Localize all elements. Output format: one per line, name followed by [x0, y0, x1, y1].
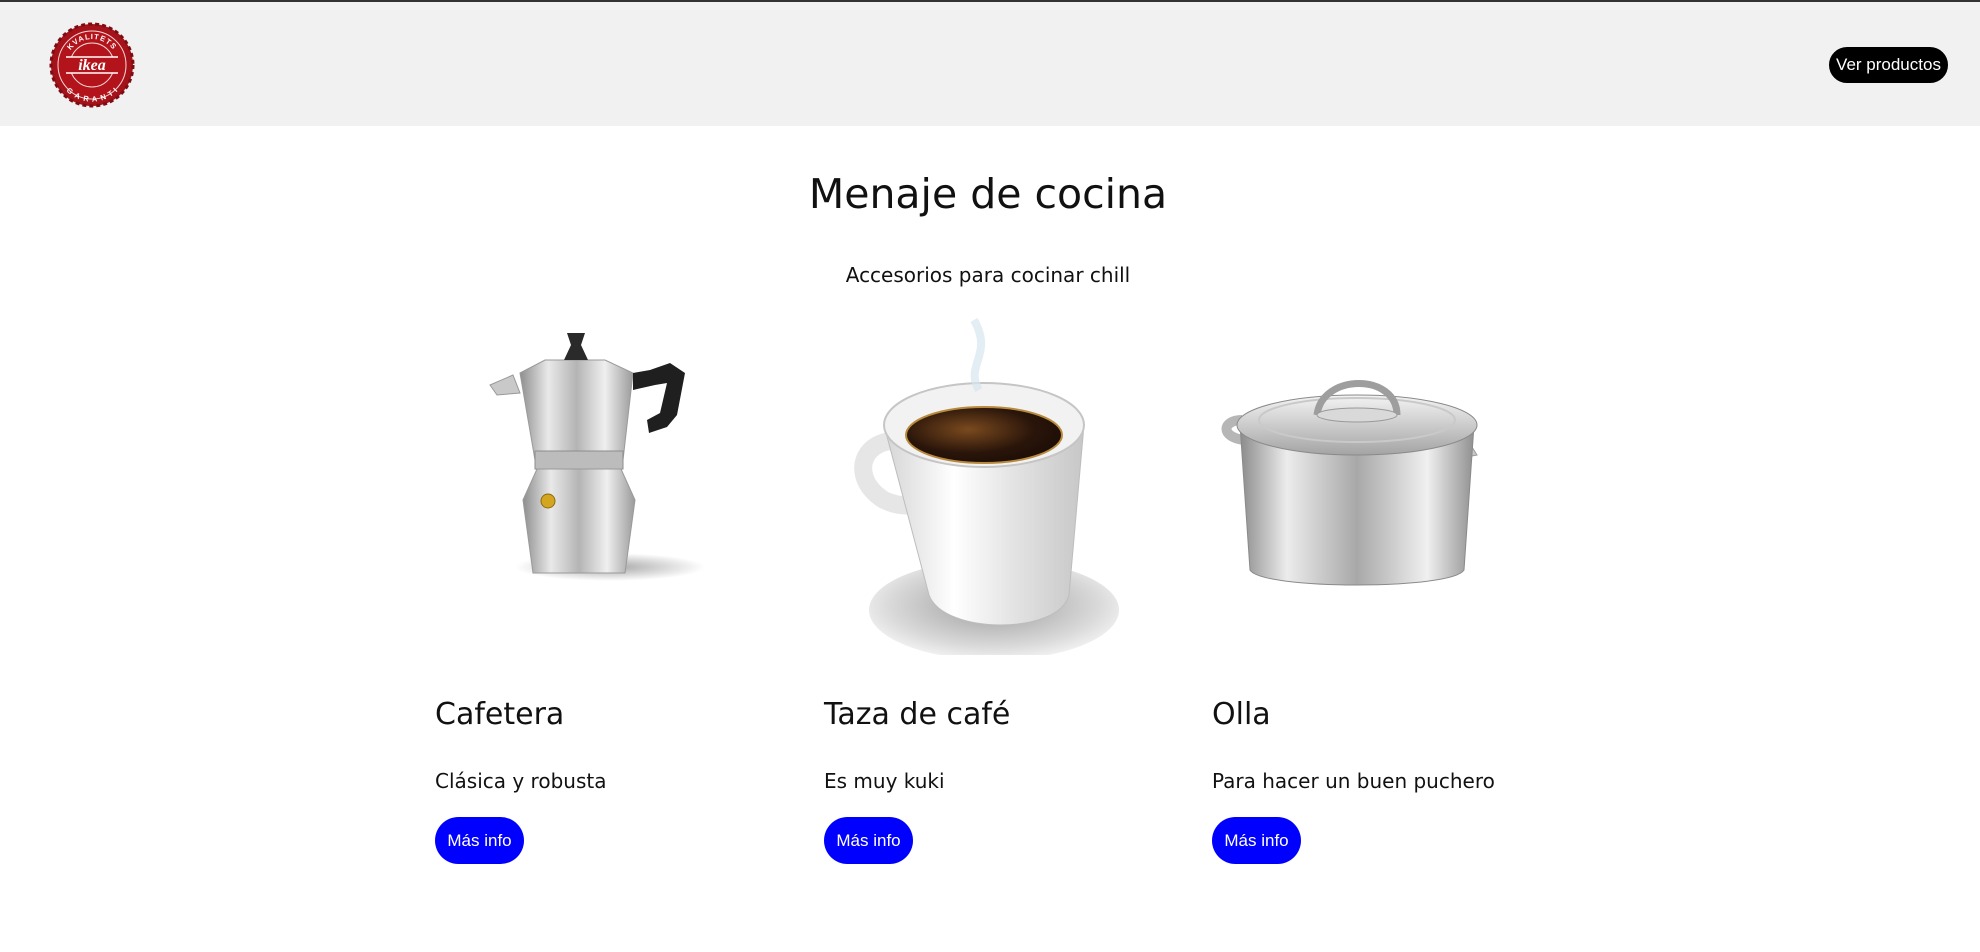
logo-center-text: ikea [78, 57, 106, 74]
page-title: Menaje de cocina [808, 170, 1168, 218]
mas-info-button[interactable]: Más info [1212, 817, 1301, 864]
product-card-olla: Olla Para hacer un buen puchero Más info [1212, 315, 1552, 875]
product-description: Clásica y robusta [435, 769, 607, 793]
product-name: Olla [1212, 697, 1271, 732]
mas-info-button[interactable]: Más info [435, 817, 524, 864]
mas-info-button[interactable]: Más info [824, 817, 913, 864]
ver-productos-button[interactable]: Ver productos [1829, 47, 1948, 83]
product-name: Taza de café [824, 697, 1011, 732]
cooking-pot-icon [1212, 315, 1552, 655]
moka-pot-icon [435, 315, 775, 655]
product-name: Cafetera [435, 697, 565, 732]
page-subtitle: Accesorios para cocinar chill [845, 263, 1131, 287]
product-card-taza-de-cafe: Taza de café Es muy kuki Más info [824, 315, 1164, 875]
ikea-seal-logo[interactable]: KVALITETS GARANTI ikea [46, 22, 138, 108]
product-card-cafetera: Cafetera Clásica y robusta Más info [435, 315, 775, 875]
navbar: KVALITETS GARANTI ikea Ver productos [0, 2, 1980, 126]
product-description: Para hacer un buen puchero [1212, 769, 1495, 793]
coffee-cup-icon [824, 315, 1164, 655]
product-description: Es muy kuki [824, 769, 945, 793]
